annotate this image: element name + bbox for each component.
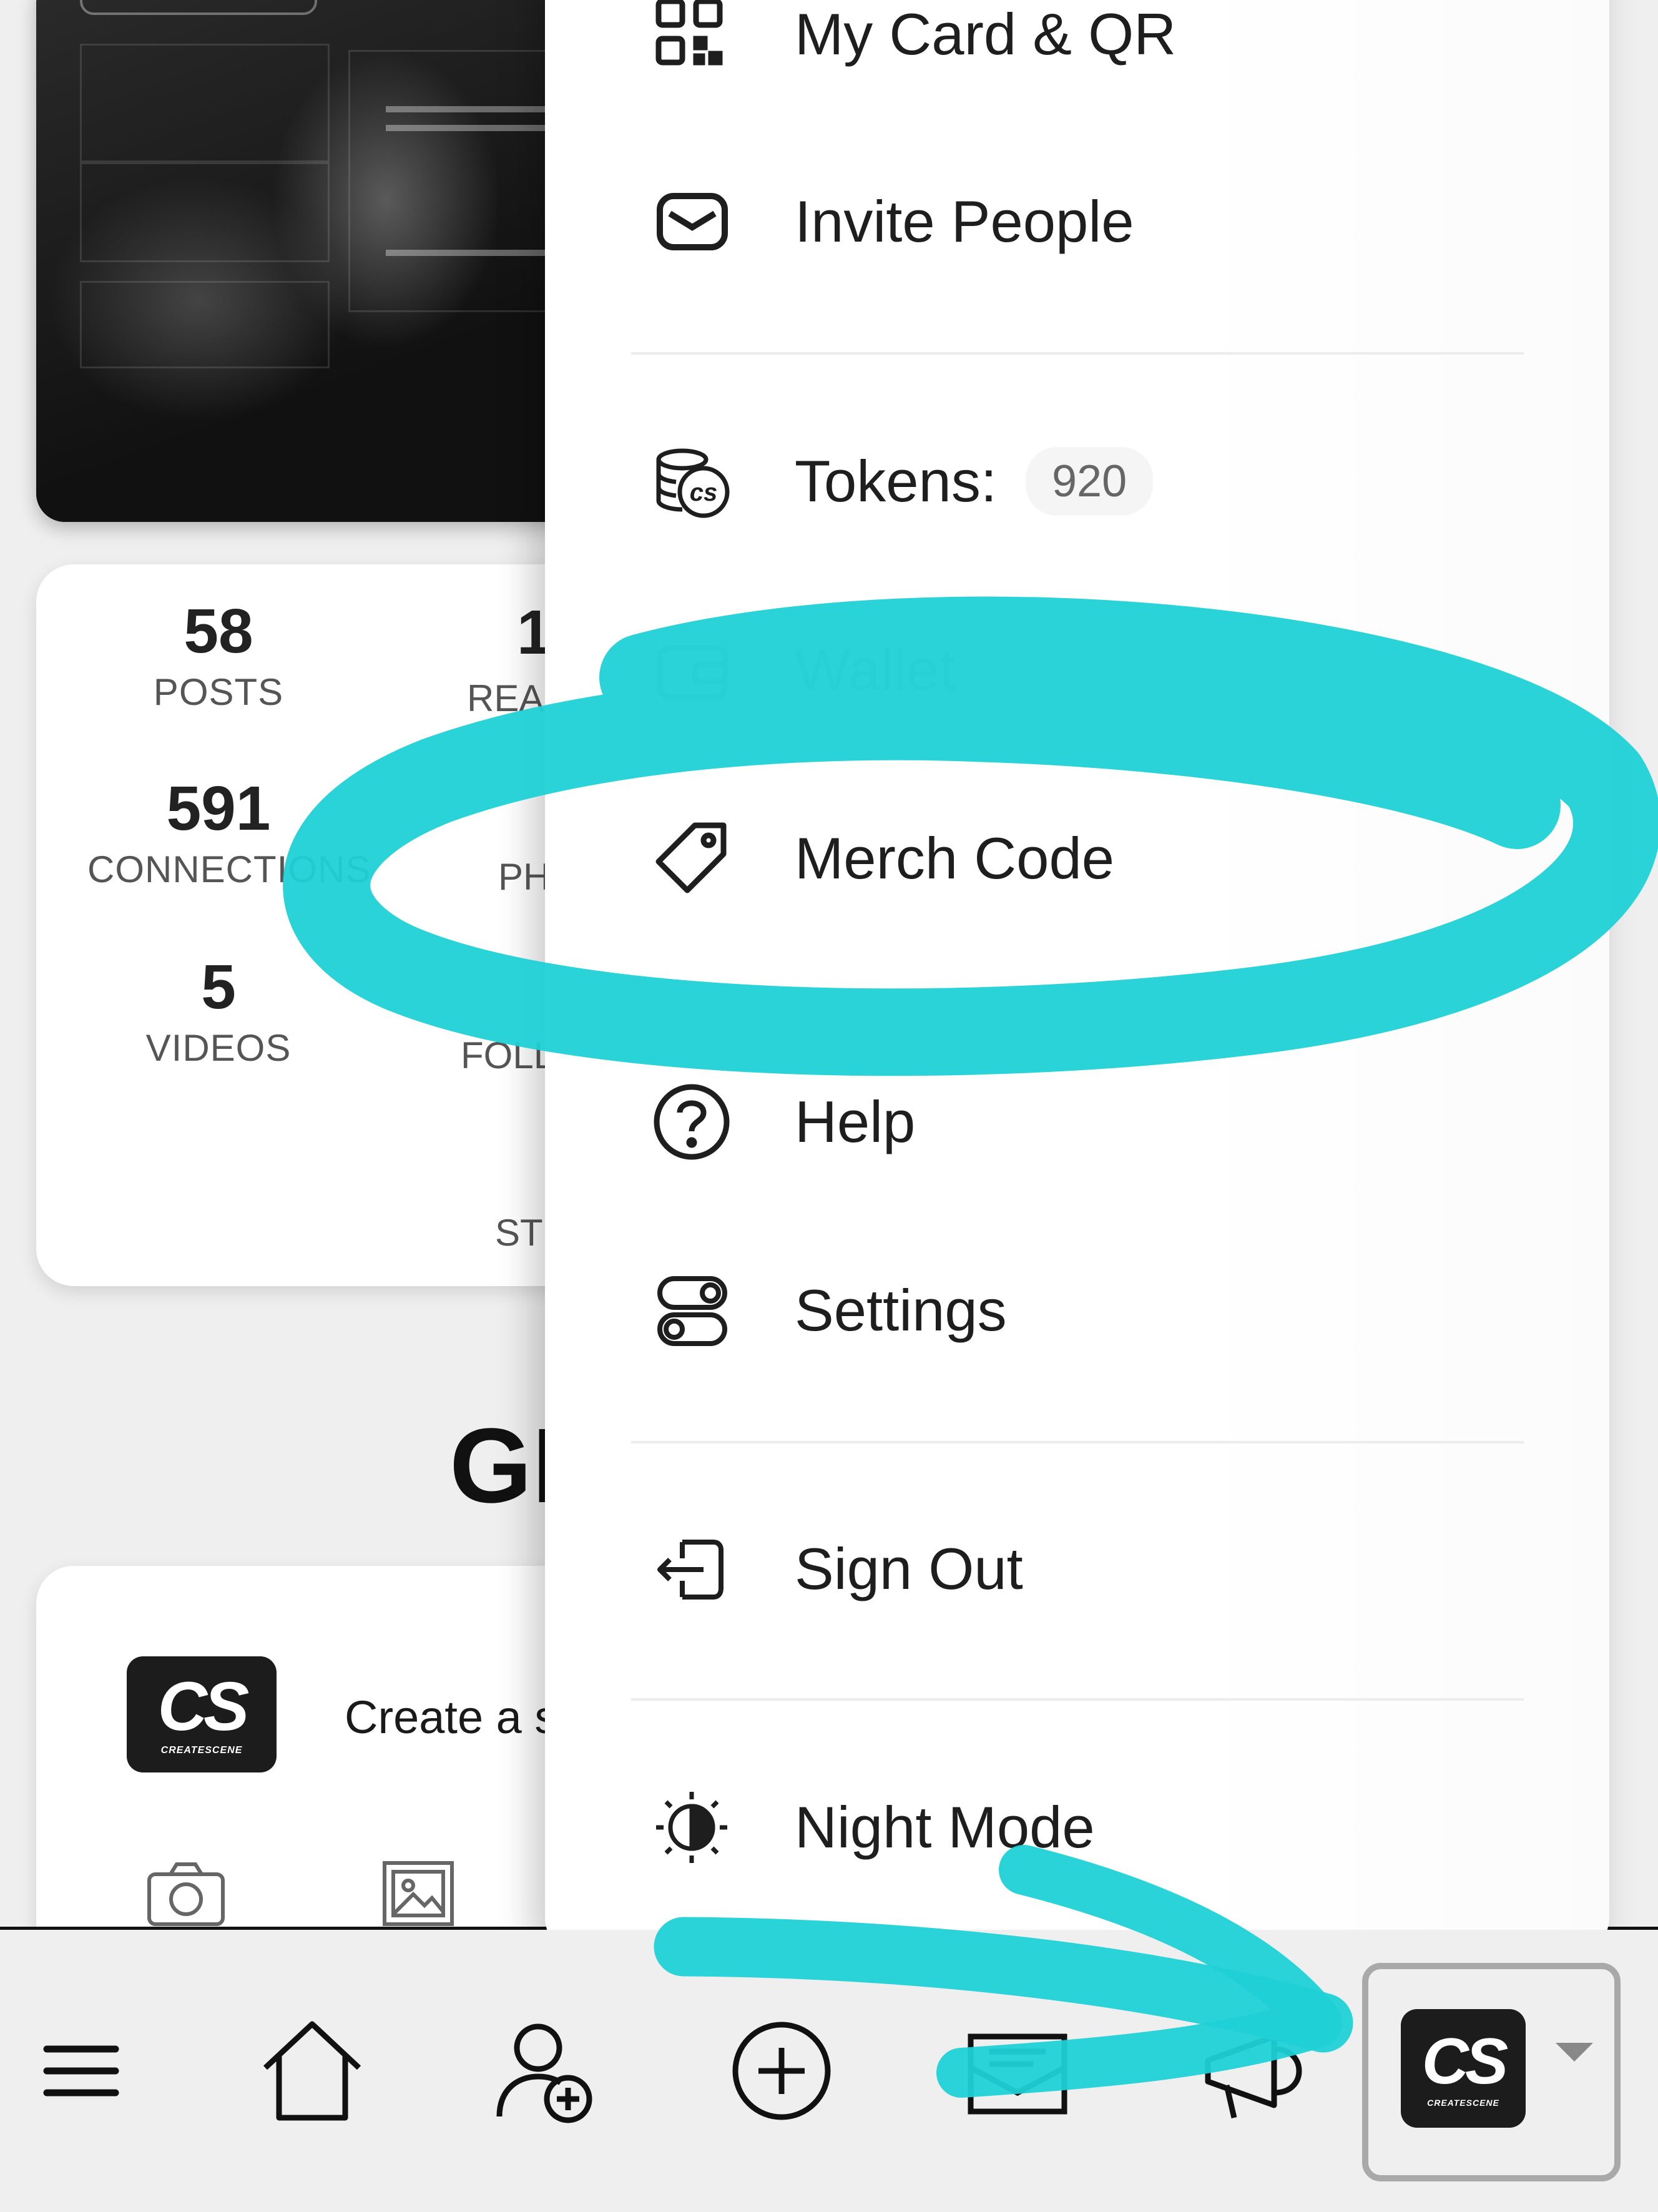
night-mode-icon	[651, 1787, 732, 1868]
stat-partial-label: FOLL	[461, 1035, 555, 1076]
menu-item-label: Settings	[795, 1277, 1007, 1343]
logo-monogram: CS	[157, 1668, 250, 1745]
camera-icon[interactable]	[145, 1859, 227, 1931]
plus-circle-icon[interactable]	[700, 1930, 863, 2212]
stat-label: CONNECTIONS	[87, 848, 371, 890]
create-post-input[interactable]: Create a s	[345, 1691, 557, 1744]
image-icon[interactable]	[381, 1859, 456, 1931]
home-icon[interactable]	[231, 1930, 393, 2212]
cover-frame	[80, 281, 330, 368]
cover-frame	[80, 162, 330, 262]
menu-item-label: Merch Code	[795, 825, 1114, 891]
menu-item-tokens[interactable]: cs Tokens: 920	[545, 410, 1609, 553]
cover-brand-text: CREATESCENE	[80, 0, 317, 15]
menu-divider	[631, 1698, 1524, 1701]
envelope-icon	[651, 181, 732, 262]
menu-item-label: Help	[795, 1089, 916, 1154]
toggles-icon	[651, 1270, 732, 1351]
logo-wordmark: CREATESCENE	[1427, 2098, 1499, 2108]
createscene-logo: CS CREATESCENE	[127, 1656, 277, 1772]
sign-out-icon	[651, 1528, 732, 1610]
stat-partial-label: PH	[498, 856, 551, 898]
cover-photo: CREATESCENE	[36, 0, 573, 522]
svg-text:cs: cs	[690, 479, 718, 506]
menu-item-sign-out[interactable]: Sign Out	[545, 1497, 1609, 1641]
stat-posts[interactable]: 58 POSTS	[87, 597, 350, 714]
menu-item-night-mode[interactable]: Night Mode	[545, 1756, 1609, 1899]
menu-item-help[interactable]: Help	[545, 1050, 1609, 1194]
add-user-icon[interactable]	[465, 1930, 627, 2212]
mail-icon[interactable]	[936, 1930, 1099, 2212]
stat-label: POSTS	[153, 671, 284, 713]
stat-value: 5	[201, 952, 236, 1022]
menu-item-wallet[interactable]: Wallet	[545, 598, 1609, 742]
menu-divider	[631, 352, 1524, 355]
menu-item-label: Wallet	[795, 637, 956, 702]
stat-value: 58	[184, 596, 253, 666]
menu-divider	[631, 1441, 1524, 1443]
logo-monogram: CS	[1421, 2025, 1509, 2098]
account-dropdown-menu: My Card & QR Invite People cs Tokens: 92…	[545, 0, 1609, 1960]
cover-frame	[80, 44, 330, 162]
menu-item-my-card-qr[interactable]: My Card & QR	[545, 0, 1609, 106]
stat-partial-label: REA	[467, 677, 544, 719]
help-circle-icon	[651, 1081, 732, 1163]
stat-connections[interactable]: 591 CONNECTIONS	[87, 774, 371, 891]
cover-frame	[348, 50, 573, 312]
menu-item-merch-code[interactable]: Merch Code	[545, 787, 1609, 930]
menu-item-label: My Card & QR	[795, 1, 1177, 67]
stat-label: VIDEOS	[145, 1027, 292, 1069]
qr-code-icon	[651, 0, 732, 75]
logo-wordmark: CREATESCENE	[160, 1745, 243, 1756]
chevron-down-icon	[1556, 2043, 1593, 2062]
menu-item-label: Night Mode	[795, 1794, 1095, 1860]
menu-item-label: Invite People	[795, 189, 1134, 254]
megaphone-icon[interactable]	[1171, 1930, 1333, 2212]
profile-menu-button[interactable]: CS CREATESCENE	[1362, 1963, 1621, 2181]
menu-item-settings[interactable]: Settings	[545, 1239, 1609, 1382]
stat-partial-label: ST	[495, 1212, 543, 1254]
menu-icon[interactable]	[0, 1930, 162, 2212]
menu-item-label: Tokens:	[795, 448, 997, 514]
menu-item-invite-people[interactable]: Invite People	[545, 150, 1609, 293]
token-balance: 920	[1026, 447, 1154, 516]
bottom-navigation-bar: CS CREATESCENE	[0, 1930, 1658, 2212]
stat-value: 591	[166, 774, 271, 843]
stat-videos[interactable]: 5 VIDEOS	[87, 953, 350, 1069]
wallet-icon	[651, 629, 732, 710]
token-coins-icon: cs	[651, 441, 732, 522]
createscene-logo: CS CREATESCENE	[1401, 2009, 1526, 2128]
tag-icon	[651, 818, 732, 899]
menu-item-label: Sign Out	[795, 1536, 1023, 1601]
